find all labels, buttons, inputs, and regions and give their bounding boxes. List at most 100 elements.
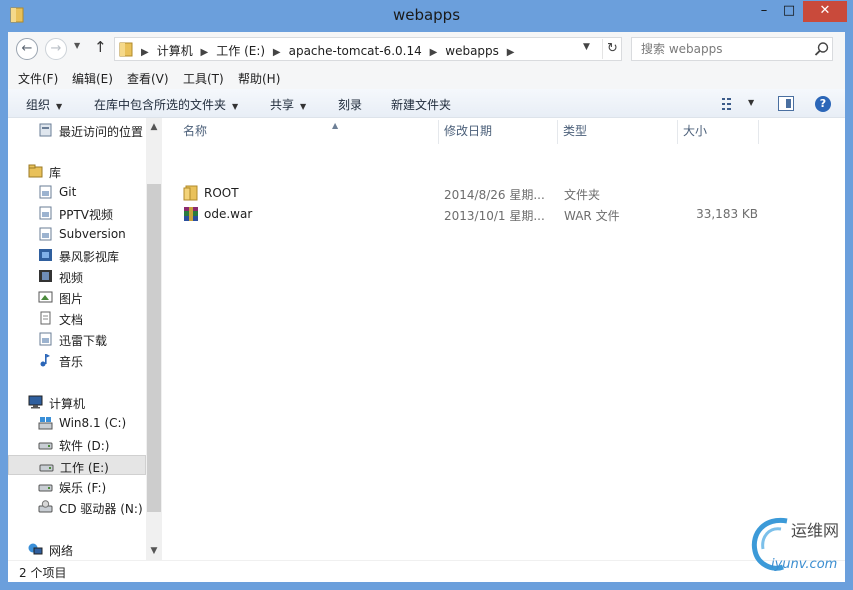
search-box[interactable]	[631, 37, 833, 61]
breadcrumb-computer[interactable]: 计算机	[157, 44, 193, 58]
file-size: 33,183 KB	[696, 207, 758, 221]
close-button[interactable]: ✕	[803, 1, 847, 22]
address-row: ← → ▼ ↑ ▶ 计算机 ▶ 工作 (E:) ▶ apache-tomcat-6.0…	[8, 32, 845, 66]
nav-label: 视频	[59, 271, 84, 285]
watermark-url: iyunv.com	[771, 557, 838, 572]
forward-button[interactable]: →	[45, 38, 67, 60]
nav-label: 迅雷下载	[59, 334, 108, 348]
include-in-library-button[interactable]: 在库中包含所选的文件夹 ▼	[94, 96, 238, 113]
navigation-pane: 最近访问的位置 库 Git PPTV视频 Subversion 暴风影视库 视频…	[8, 118, 162, 560]
search-input[interactable]	[632, 38, 810, 60]
back-button[interactable]: ←	[16, 38, 38, 60]
nav-network[interactable]: 网络	[8, 539, 146, 559]
column-divider[interactable]	[677, 120, 678, 144]
drive-icon	[39, 464, 54, 472]
column-header-size[interactable]: 大小	[683, 122, 707, 144]
column-divider[interactable]	[758, 120, 759, 144]
chevron-down-icon[interactable]: ▼	[146, 542, 162, 560]
chevron-right-icon[interactable]: ▶	[141, 47, 149, 58]
organize-button[interactable]: 组织 ▼	[26, 96, 62, 113]
file-list: 名称 ▲ 修改日期 类型 大小 ROOT 2014/8/26 星期... 文件夹	[162, 118, 845, 560]
file-date: 2013/10/1 星期...	[444, 209, 545, 223]
menu-file[interactable]: 文件(F)	[18, 70, 58, 87]
up-button[interactable]: ↑	[94, 38, 107, 56]
column-header-type[interactable]: 类型	[563, 122, 587, 144]
nav-scrollbar[interactable]: ▲ ▼	[146, 118, 162, 560]
new-folder-button[interactable]: 新建文件夹	[391, 96, 451, 113]
nav-label: 暴风影视库	[59, 250, 120, 264]
chevron-right-icon[interactable]: ▶	[201, 47, 209, 58]
nav-drive-c[interactable]: Win8.1 (C:)	[8, 413, 146, 433]
breadcrumb-tomcat[interactable]: apache-tomcat-6.0.14	[289, 44, 422, 58]
chevron-up-icon[interactable]: ▲	[146, 118, 162, 136]
nav-library-baofeng[interactable]: 暴风影视库	[8, 245, 146, 265]
file-name: ode.war	[204, 207, 253, 221]
nav-library-documents[interactable]: 文档	[8, 308, 146, 328]
column-header-name[interactable]: 名称 ▲	[183, 121, 338, 144]
breadcrumb-webapps[interactable]: webapps	[445, 44, 499, 58]
column-header-date[interactable]: 修改日期	[444, 122, 492, 144]
search-icon[interactable]	[814, 41, 830, 57]
menu-view[interactable]: 查看(V)	[127, 70, 169, 87]
network-icon	[28, 543, 43, 555]
breadcrumb-drive[interactable]: 工作 (E:)	[216, 44, 265, 58]
column-divider[interactable]	[438, 120, 439, 144]
file-date: 2014/8/26 星期...	[444, 188, 545, 202]
nav-library-music[interactable]: 音乐	[8, 350, 146, 370]
nav-library[interactable]: 库	[8, 161, 146, 181]
nav-library-subversion[interactable]: Subversion	[8, 224, 146, 244]
refresh-button[interactable]: ↻	[602, 39, 622, 59]
address-history-dropdown[interactable]: ▼	[583, 42, 590, 52]
library-folder-icon	[39, 185, 52, 199]
chevron-down-icon: ▼	[56, 102, 63, 111]
explorer-window: webapps – □ ✕ ← → ▼ ↑ ▶ 计算机 ▶ 工作 (E:) ▶ apa…	[0, 0, 853, 590]
nav-drive-e[interactable]: 工作 (E:)	[8, 455, 146, 475]
nav-recent-places[interactable]: 最近访问的位置	[8, 120, 146, 140]
nav-library-videos[interactable]: 视频	[8, 266, 146, 286]
column-label: 名称	[183, 124, 208, 138]
help-icon[interactable]: ?	[815, 96, 831, 112]
nav-library-pictures[interactable]: 图片	[8, 287, 146, 307]
folder-icon	[183, 185, 198, 201]
chevron-down-icon: ▼	[232, 102, 239, 111]
chevron-right-icon[interactable]: ▶	[273, 47, 281, 58]
nav-label: 计算机	[49, 397, 86, 411]
refresh-icon: ↻	[607, 41, 618, 56]
chevron-right-icon[interactable]: ▶	[430, 47, 438, 58]
burn-button[interactable]: 刻录	[338, 96, 362, 113]
nav-label: 网络	[49, 544, 74, 558]
nav-computer[interactable]: 计算机	[8, 392, 146, 412]
nav-label: PPTV视频	[59, 208, 114, 222]
nav-library-xunlei[interactable]: 迅雷下载	[8, 329, 146, 349]
view-options-dropdown[interactable]: ▼	[748, 98, 754, 107]
title-bar[interactable]: webapps – □ ✕	[0, 0, 853, 32]
nav-library-pptv[interactable]: PPTV视频	[8, 203, 146, 223]
address-bar[interactable]: ▶ 计算机 ▶ 工作 (E:) ▶ apache-tomcat-6.0.14 ▶ web…	[114, 37, 622, 61]
recent-locations-dropdown[interactable]: ▼	[74, 41, 80, 50]
nav-drive-d[interactable]: 软件 (D:)	[8, 434, 146, 454]
scroll-thumb[interactable]	[147, 184, 161, 512]
menu-help[interactable]: 帮助(H)	[238, 70, 280, 87]
menu-bar: 文件(F) 编辑(E) 查看(V) 工具(T) 帮助(H)	[8, 66, 845, 89]
nav-drive-n[interactable]: CD 驱动器 (N:)	[8, 497, 146, 517]
nav-label: 音乐	[59, 355, 84, 369]
folder-icon	[119, 42, 133, 57]
nav-library-git[interactable]: Git	[8, 182, 146, 202]
nav-label: 文档	[59, 313, 84, 327]
menu-tools[interactable]: 工具(T)	[183, 70, 224, 87]
share-button[interactable]: 共享 ▼	[270, 96, 306, 113]
library-folder-icon	[39, 332, 52, 346]
menu-edit[interactable]: 编辑(E)	[72, 70, 113, 87]
status-bar: 2 个项目	[8, 560, 845, 582]
preview-pane-icon[interactable]	[778, 96, 794, 111]
file-row[interactable]: ROOT 2014/8/26 星期... 文件夹	[181, 183, 761, 203]
command-bar: 组织 ▼ 在库中包含所选的文件夹 ▼ 共享 ▼ 刻录 新建文件夹 ▼ ?	[8, 89, 845, 118]
chevron-right-icon[interactable]: ▶	[507, 47, 515, 58]
file-row[interactable]: ode.war 2013/10/1 星期... WAR 文件 33,183 KB	[181, 204, 761, 224]
column-divider[interactable]	[557, 120, 558, 144]
file-type: 文件夹	[564, 188, 601, 202]
view-options-icon[interactable]	[722, 97, 740, 111]
minimize-button[interactable]: –	[752, 1, 776, 22]
maximize-button[interactable]: □	[776, 1, 802, 22]
nav-drive-f[interactable]: 娱乐 (F:)	[8, 476, 146, 496]
